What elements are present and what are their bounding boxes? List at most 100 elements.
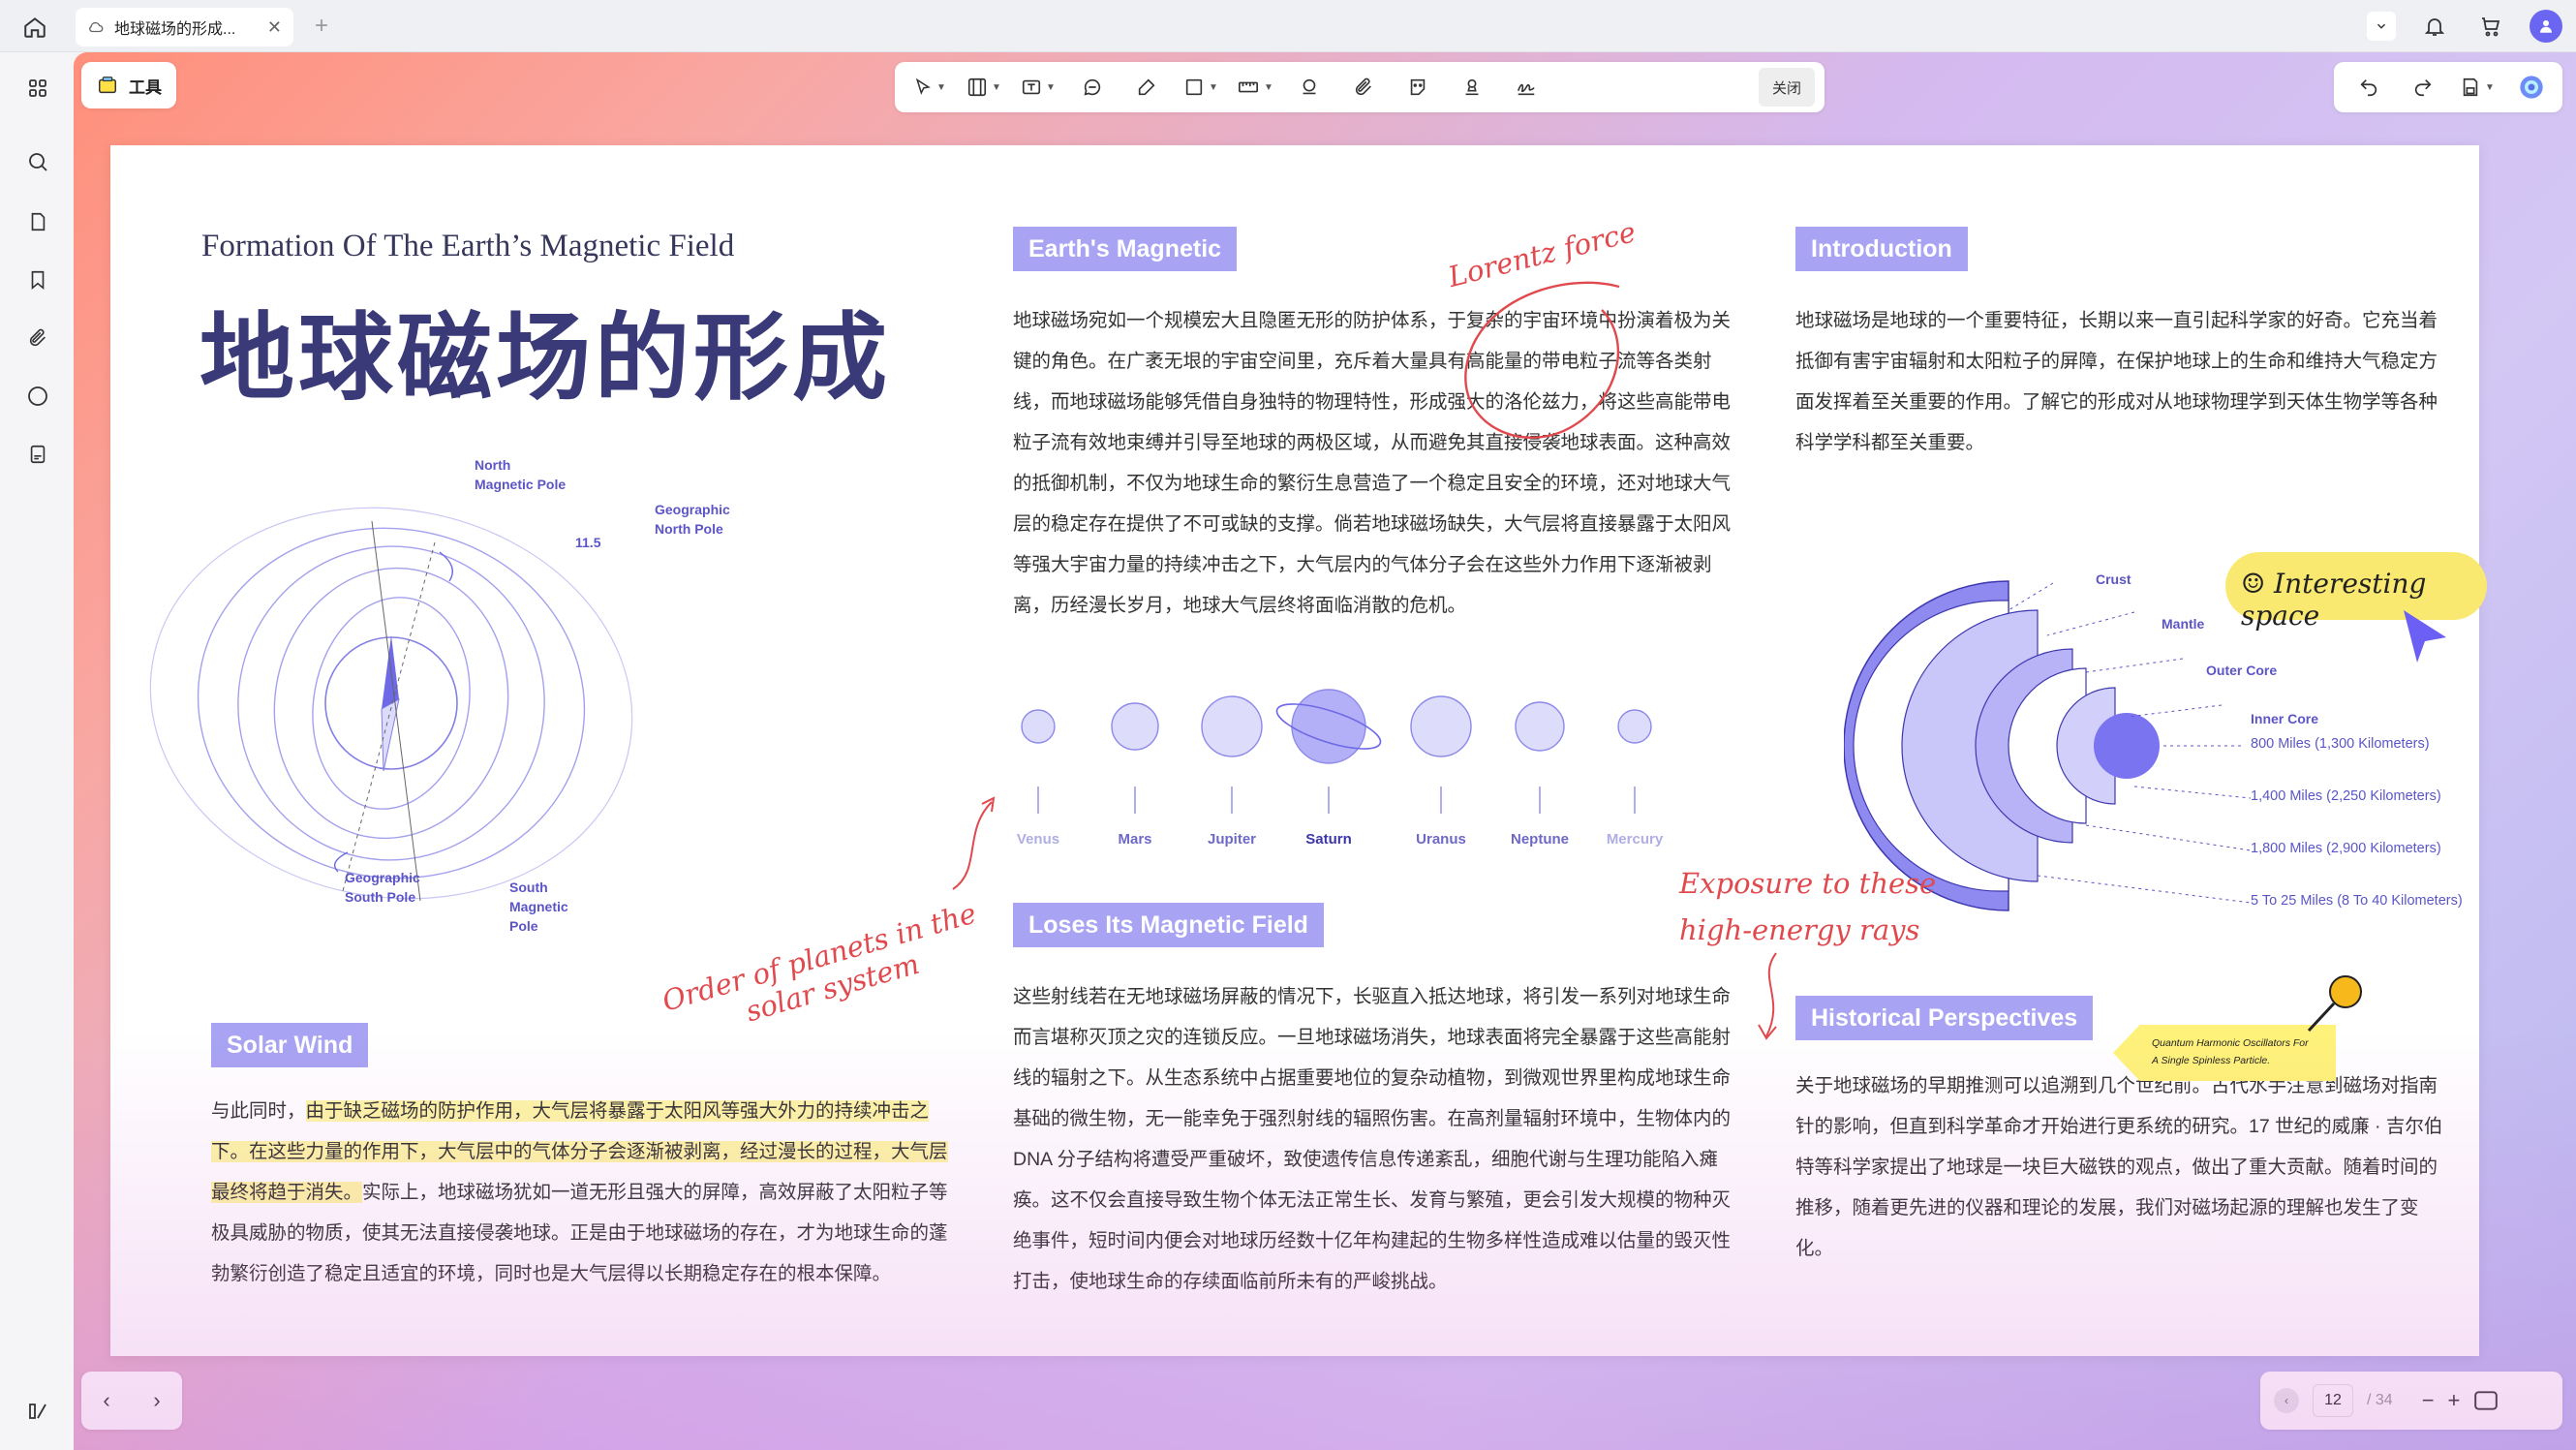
tools-button[interactable]: 工具 bbox=[81, 62, 176, 108]
exposure-arrow-annotation bbox=[1758, 952, 1777, 1040]
prev-page-button[interactable]: ‹ bbox=[103, 1388, 109, 1413]
text-line: 基础的微生物，无一能幸免于强烈射线的辐照伤害。在高剂量辐射环境中，生物体内的 bbox=[1013, 1108, 1732, 1129]
user-icon bbox=[2540, 20, 2552, 33]
save-icon bbox=[2463, 77, 2478, 97]
introduction-paragraph: 地球磁场是地球的一个重要特征，长期以来一直引起科学家的好奇。它充当着 抵御有害宇宙… bbox=[1795, 300, 2454, 463]
zoom-and-page-controls: ‹ / 34 − + bbox=[2260, 1372, 2562, 1430]
next-page-button[interactable]: › bbox=[153, 1388, 160, 1413]
text-line: DNA 分子结构将遭受严重破坏，致使遗传信息传递紊乱，细胞代谢与生理功能陷入瘫 bbox=[1013, 1149, 1719, 1170]
collapse-pager-button[interactable]: ‹ bbox=[2274, 1388, 2299, 1413]
layer-label: Inner Core bbox=[2251, 711, 2319, 726]
text-line: 打击，使地球生命的存续面临前所未有的严峻挑战。 bbox=[1013, 1271, 1448, 1292]
search-button[interactable] bbox=[21, 145, 54, 178]
exposure-note[interactable]: Exposure to these high-energy rays bbox=[1679, 860, 1936, 953]
measure-tool[interactable]: ▼ bbox=[1230, 68, 1280, 107]
chevron-down-icon: ▼ bbox=[1264, 81, 1273, 93]
seal-icon bbox=[1465, 78, 1479, 96]
planet-label: Jupiter bbox=[1207, 831, 1256, 848]
home-button[interactable] bbox=[19, 12, 50, 43]
planet-jupiter bbox=[1201, 695, 1263, 757]
undo-button[interactable] bbox=[2342, 68, 2396, 107]
select-tool[interactable]: ▼ bbox=[905, 68, 955, 107]
text-line: 与此同时，由于缺乏磁场的防护作用，大气层将暴露于太阳风等强大外力的持续冲击之 bbox=[211, 1091, 986, 1131]
highlighted-text[interactable]: 最终将趋于消失。 bbox=[211, 1182, 363, 1203]
zoom-out-button[interactable]: − bbox=[2422, 1388, 2435, 1413]
text-span: 与此同时， bbox=[211, 1100, 306, 1122]
text-line: 化。 bbox=[1795, 1238, 1834, 1259]
thumbnails-button[interactable] bbox=[21, 72, 54, 105]
historical-paragraph: 关于地球磁场的早期推测可以追溯到几个世纪前。古代水手注意到磁场对指南 针的影响，但… bbox=[1795, 1065, 2464, 1269]
chevron-down-icon: ▼ bbox=[2485, 81, 2495, 93]
pages-button[interactable] bbox=[21, 205, 54, 238]
sticker-tool[interactable] bbox=[1393, 68, 1443, 107]
page-icon bbox=[31, 212, 46, 231]
tab-title: 地球磁场的形成... bbox=[114, 21, 236, 38]
text-box-tool[interactable]: ▼ bbox=[959, 68, 1009, 107]
planet-label: Mercury bbox=[1606, 831, 1664, 848]
close-toolbar-button[interactable]: 关闭 bbox=[1758, 68, 1815, 107]
pen-tool[interactable] bbox=[1121, 68, 1172, 107]
text-line: 特等科学家提出了地球是一块巨大磁铁的观点，做出了重大贡献。随着时间的 bbox=[1795, 1157, 2438, 1178]
text-line: 痪。这不仅会直接导致生物个体无法正常生长、发育与繁殖，更会引发大规模的物种灭 bbox=[1013, 1189, 1732, 1211]
text-line: 离，历经漫长岁月，地球大气层终将面临消散的危机。 bbox=[1013, 595, 1467, 616]
highlighted-text[interactable]: 由于缺乏磁场的防护作用，大气层将暴露于太阳风等强大外力的持续冲击之 bbox=[305, 1100, 930, 1122]
layers-button[interactable] bbox=[21, 438, 54, 471]
sticker-icon bbox=[1410, 78, 1426, 96]
redo-icon bbox=[2414, 79, 2432, 97]
text-line: 关于地球磁场的早期推测可以追溯到几个世纪前。古代水手注意到磁场对指南 bbox=[1795, 1075, 2438, 1096]
comments-button[interactable] bbox=[21, 380, 54, 413]
planet-mercury bbox=[1617, 709, 1652, 744]
close-tab-icon[interactable]: ✕ bbox=[267, 17, 282, 38]
new-tab-button[interactable]: + bbox=[308, 14, 335, 41]
user-avatar[interactable] bbox=[2530, 10, 2562, 43]
page-number-input[interactable] bbox=[2313, 1384, 2353, 1417]
order-of-planets-note[interactable]: Order of planets in the solar system bbox=[659, 897, 989, 1050]
ai-assistant-button[interactable] bbox=[2504, 68, 2559, 107]
solar-wind-paragraph: 与此同时，由于缺乏磁场的防护作用，大气层将暴露于太阳风等强大外力的持续冲击之下。… bbox=[211, 1091, 986, 1294]
chevron-down-icon: ▼ bbox=[1209, 81, 1218, 93]
stamp-tool[interactable] bbox=[1284, 68, 1334, 107]
cart-button[interactable] bbox=[2473, 9, 2508, 44]
chevron-down-icon: ▼ bbox=[936, 81, 946, 93]
earth-layers-diagram bbox=[1844, 580, 2252, 911]
highlighted-text[interactable]: 下。在这些力量的作用下，大气层中的气体分子会逐渐被剥离，经过漫长的过程，大气层 bbox=[211, 1141, 948, 1162]
zoom-in-button[interactable]: + bbox=[2448, 1388, 2461, 1413]
sidebar-toggle-button[interactable] bbox=[21, 1395, 54, 1428]
attachments-button[interactable] bbox=[21, 322, 54, 355]
text-line: 科学学科都至关重要。 bbox=[1795, 432, 1985, 453]
fit-page-icon[interactable] bbox=[2473, 1390, 2499, 1411]
tab-list-dropdown[interactable] bbox=[2367, 12, 2396, 41]
planet-uranus bbox=[1410, 695, 1472, 757]
planet-mars bbox=[1111, 702, 1159, 751]
grid-icon bbox=[29, 79, 46, 97]
attach-tool[interactable] bbox=[1338, 68, 1389, 107]
ruler-icon bbox=[1239, 81, 1259, 93]
comment-tool[interactable] bbox=[1067, 68, 1118, 107]
lorentz-circle-annotation bbox=[1464, 281, 1620, 439]
solar-wind-tag: Solar Wind bbox=[211, 1023, 369, 1067]
undo-icon bbox=[2360, 79, 2377, 97]
document-tab[interactable]: 地球磁场的形成... ✕ bbox=[76, 8, 293, 46]
text-line: 最终将趋于消失。实际上，地球磁场犹如一道无形且强大的屏障，高效屏蔽了太阳粒子等 bbox=[211, 1172, 986, 1213]
save-button[interactable]: ▼ bbox=[2450, 68, 2504, 107]
text-line: 绝事件，短时间内便会对地球历经数十亿年构建起的生物多样性造成难以估量的毁灭性 bbox=[1013, 1230, 1732, 1251]
bookmarks-button[interactable] bbox=[21, 263, 54, 296]
signature-stamp-tool[interactable] bbox=[1447, 68, 1497, 107]
planets-diagram bbox=[1021, 689, 1652, 814]
introduction-tag: Introduction bbox=[1795, 227, 1968, 271]
layer-label: Mantle bbox=[2162, 616, 2205, 632]
geographic-north-pole-label: Geographic North Pole bbox=[655, 502, 730, 537]
notification-button[interactable] bbox=[2417, 9, 2452, 44]
window-controls bbox=[2367, 9, 2562, 44]
smile-icon: ☺ bbox=[2241, 568, 2266, 600]
title-bar: 地球磁场的形成... ✕ + bbox=[0, 0, 2576, 52]
signature-tool[interactable] bbox=[1501, 68, 1551, 107]
shape-tool[interactable]: ▼ bbox=[1176, 68, 1226, 107]
redo-button[interactable] bbox=[2396, 68, 2450, 107]
layer-label: Crust bbox=[2096, 571, 2131, 587]
text-tool[interactable]: ▼ bbox=[1013, 68, 1063, 107]
signature-icon bbox=[1517, 83, 1535, 96]
cursor-pointer-icon bbox=[2404, 610, 2446, 663]
planet-venus bbox=[1021, 709, 1056, 744]
distance-label: 5 To 25 Miles (8 To 40 Kilometers) bbox=[2251, 893, 2463, 909]
